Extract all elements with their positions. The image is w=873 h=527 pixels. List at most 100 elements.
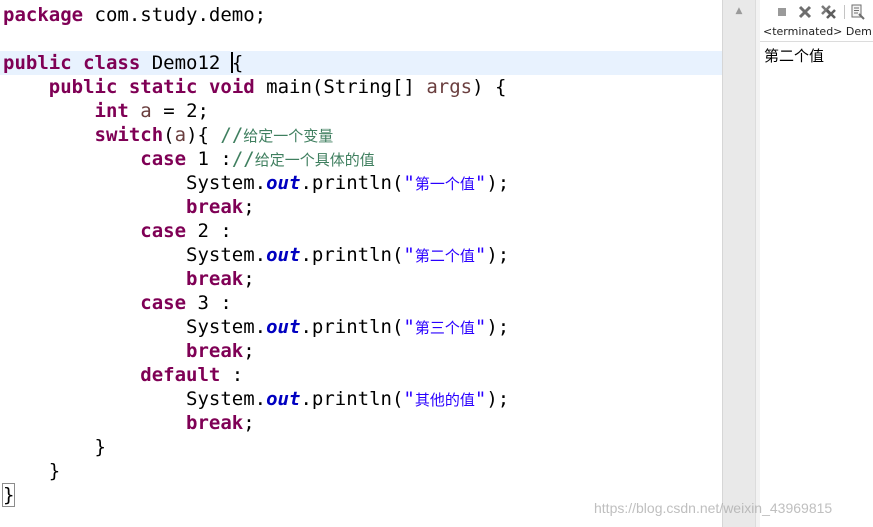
keyword: public: [48, 76, 118, 98]
paren: (: [163, 124, 175, 146]
code-line-13: case 3 :: [3, 291, 722, 315]
watermark-text: https://blog.csdn.net/weixin_43969815: [594, 500, 833, 516]
keyword: case: [140, 220, 187, 242]
call-end: );: [486, 244, 510, 266]
close-brace: }: [48, 460, 61, 482]
code-editor[interactable]: package com.study.demo; public class Dem…: [0, 0, 722, 527]
default-label: :: [220, 364, 244, 386]
keyword: break: [186, 340, 244, 362]
terminate-icon[interactable]: [774, 4, 790, 20]
string-text: 第二个值: [414, 247, 475, 265]
static-field: out: [266, 316, 301, 338]
quote: ": [474, 172, 487, 194]
call-end: );: [486, 316, 510, 338]
code-line-6: switch(a){ //给定一个变量: [3, 123, 722, 147]
keyword: switch: [94, 124, 164, 146]
clear-console-icon[interactable]: [850, 4, 866, 20]
semicolon: ;: [243, 268, 255, 290]
args-parameter: args: [426, 76, 473, 98]
code-line-17: System.out.println("其他的值");: [3, 387, 722, 411]
string-text: 第一个值: [414, 175, 475, 193]
case-label: 3 :: [186, 292, 232, 314]
console-view: <terminated> Dem 第二个值: [760, 0, 873, 527]
code-line-18: break;: [3, 411, 722, 435]
package-name: com.study.demo;: [83, 4, 267, 26]
code-line-1: package com.study.demo;: [3, 3, 722, 27]
ide-window: package com.study.demo; public class Dem…: [0, 0, 873, 527]
console-toolbar: [760, 0, 873, 24]
code-line-9: break;: [3, 195, 722, 219]
code-text-area[interactable]: package com.study.demo; public class Dem…: [0, 3, 722, 507]
code-line-8: System.out.println("第一个值");: [3, 171, 722, 195]
divider: [760, 41, 873, 42]
remove-all-terminated-icon[interactable]: [820, 4, 836, 20]
code-line-19: }: [3, 435, 722, 459]
method-call: .println(: [300, 316, 404, 338]
code-line-16: default :: [3, 363, 722, 387]
comment-text: 给定一个具体的值: [254, 151, 375, 169]
assignment: = 2;: [151, 100, 209, 122]
remove-launch-icon[interactable]: [797, 4, 813, 20]
call-end: );: [486, 172, 510, 194]
keyword: case: [140, 292, 187, 314]
method-call: .println(: [300, 244, 404, 266]
main-signature-end: ) {: [472, 76, 507, 98]
system-class: System.: [186, 316, 267, 338]
system-class: System.: [186, 244, 267, 266]
code-line-15: break;: [3, 339, 722, 363]
keyword: break: [186, 268, 244, 290]
keyword: int: [94, 100, 129, 122]
static-field: out: [266, 172, 301, 194]
class-name: Demo12: [140, 52, 232, 74]
case-label: 2 :: [186, 220, 232, 242]
code-line-11: System.out.println("第二个值");: [3, 243, 722, 267]
string-literal: "第二个值": [403, 244, 486, 266]
class-open-brace: {: [231, 52, 244, 74]
code-line-14: System.out.println("第三个值");: [3, 315, 722, 339]
code-line-7: case 1 ://给定一个具体的值: [3, 147, 722, 171]
method-call: .println(: [300, 172, 404, 194]
keyword: default: [140, 364, 221, 386]
quote: ": [403, 172, 415, 194]
comment: //给定一个具体的值: [232, 148, 375, 170]
keyword: static: [128, 76, 198, 98]
console-launch-title: <terminated> Dem: [763, 25, 872, 38]
code-line-3-current: public class Demo12 {: [0, 51, 722, 75]
call-end: );: [486, 388, 510, 410]
keyword: void: [208, 76, 255, 98]
quote: ": [403, 388, 415, 410]
matching-bracket: }: [1, 483, 16, 507]
comment-slashes: //: [220, 124, 244, 146]
string-text: 第三个值: [414, 319, 475, 337]
static-field: out: [266, 388, 301, 410]
semicolon: ;: [243, 340, 255, 362]
code-line-12: break;: [3, 267, 722, 291]
semicolon: ;: [243, 196, 255, 218]
keyword: class: [83, 52, 141, 74]
quote: ": [474, 316, 487, 338]
quote: ": [403, 244, 415, 266]
comment: //给定一个变量: [220, 124, 333, 146]
semicolon: ;: [243, 412, 255, 434]
string-text: 其他的值: [414, 391, 475, 409]
local-variable: a: [140, 100, 152, 122]
scroll-up-arrow-icon[interactable]: ▲: [723, 0, 755, 22]
keyword: public: [3, 52, 72, 74]
comment-text: 给定一个变量: [243, 127, 334, 145]
vertical-scrollbar[interactable]: ▲: [722, 0, 755, 527]
code-line-5: int a = 2;: [3, 99, 722, 123]
comment-slashes: //: [231, 148, 255, 170]
toolbar-separator: [844, 5, 845, 19]
close-brace: }: [94, 436, 106, 458]
method-call: .println(: [300, 388, 404, 410]
quote: ": [474, 388, 487, 410]
string-literal: "第一个值": [403, 172, 486, 194]
string-literal: "第三个值": [403, 316, 486, 338]
local-variable: a: [174, 124, 187, 146]
string-literal: "其他的值": [403, 388, 486, 410]
paren-brace: ){: [186, 124, 221, 146]
keyword: package: [3, 4, 84, 26]
keyword: break: [186, 412, 244, 434]
code-line-10: case 2 :: [3, 219, 722, 243]
